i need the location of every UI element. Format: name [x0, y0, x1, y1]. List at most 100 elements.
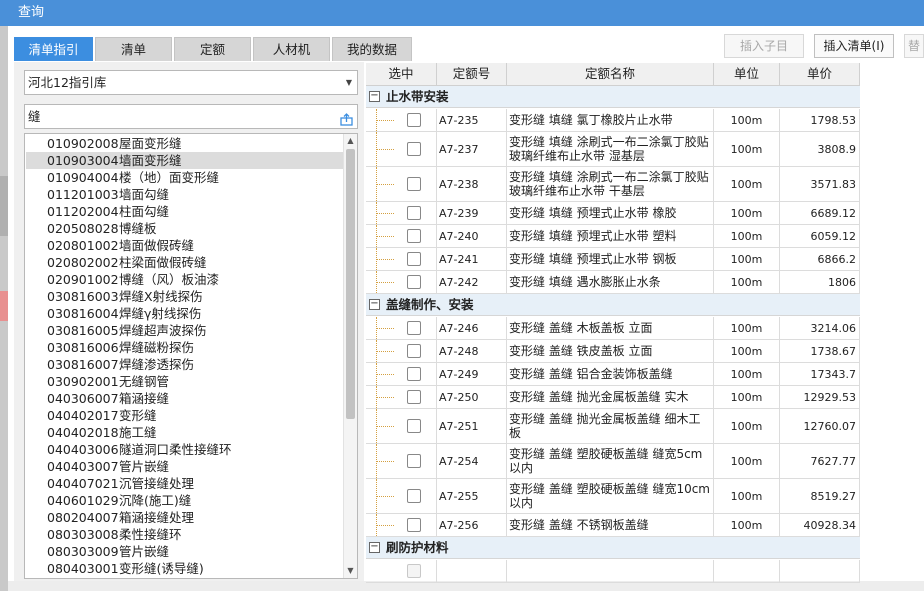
row-checkbox[interactable] [407, 419, 421, 433]
library-select[interactable]: 河北12指引库 ▼ [24, 70, 358, 95]
list-item-code: 020508028 [47, 221, 119, 236]
list-item[interactable]: 010904004楼（地）面变形缝 [26, 169, 344, 186]
table-row[interactable]: A7-235 变形缝 填缝 氯丁橡胶片止水带 100m 1798.53 [366, 109, 860, 132]
table-row[interactable]: A7-254 变形缝 盖缝 塑胶硬板盖缝 缝宽5cm以内 100m 7627.77 [366, 444, 860, 479]
list-item-code: 040306007 [47, 391, 119, 406]
list-item[interactable]: 080303008柔性接缝环 [26, 526, 344, 543]
list-item[interactable]: 040403007管片嵌缝 [26, 458, 344, 475]
list-scrollbar[interactable]: ▲ ▼ [343, 134, 357, 578]
select-cell [366, 132, 437, 166]
table-row[interactable]: A7-248 变形缝 盖缝 铁皮盖板 立面 100m 1738.67 [366, 340, 860, 363]
row-checkbox[interactable] [407, 518, 421, 532]
table-row[interactable]: A7-246 变形缝 盖缝 木板盖板 立面 100m 3214.06 [366, 317, 860, 340]
list-item-name: 变形缝(诱导缝) [119, 561, 204, 576]
list-item[interactable]: 040601029沉降(施工)缝 [26, 492, 344, 509]
left-pane: 河北12指引库 ▼ 缝 010902008屋面变形缝 010903004墙面变形缝… [14, 62, 364, 581]
row-checkbox[interactable] [407, 275, 421, 289]
table-row[interactable]: A7-238 变形缝 填缝 涂刷式一布二涂氯丁胶贴玻璃纤维布止水带 干基层 100m… [366, 167, 860, 202]
list-item[interactable]: 030816006焊缝磁粉探伤 [26, 339, 344, 356]
table-row[interactable]: A7-249 变形缝 盖缝 铝合金装饰板盖缝 100m 17343.7 [366, 363, 860, 386]
list-item-name: 箱涵接缝 [119, 391, 170, 406]
group-row[interactable]: − 刷防护材料 [366, 537, 860, 559]
row-checkbox[interactable] [407, 142, 421, 156]
table-row[interactable]: A7-251 变形缝 盖缝 抛光金属板盖缝 细木工板 100m 12760.07 [366, 409, 860, 444]
quota-name [507, 560, 714, 582]
scroll-up-icon[interactable]: ▲ [344, 134, 357, 148]
search-input-value: 缝 [28, 109, 41, 124]
search-input[interactable]: 缝 [24, 104, 358, 129]
list-item-code: 020801002 [47, 238, 119, 253]
list-item[interactable]: 020801002墙面做假砖缝 [26, 237, 344, 254]
list-item[interactable]: 010903004墙面变形缝 [26, 152, 344, 169]
list-item[interactable]: 080403001变形缝(诱导缝) [26, 560, 344, 577]
table-row[interactable]: A7-239 变形缝 填缝 预埋式止水带 橡胶 100m 6689.12 [366, 202, 860, 225]
row-checkbox[interactable] [407, 206, 421, 220]
table-row[interactable]: A7-241 变形缝 填缝 预埋式止水带 钢板 100m 6866.2 [366, 248, 860, 271]
list-item[interactable]: 040402017变形缝 [26, 407, 344, 424]
collapse-icon[interactable]: − [369, 91, 380, 102]
tree-line [376, 351, 394, 352]
select-cell [366, 248, 437, 270]
search-icon[interactable] [340, 110, 353, 126]
row-checkbox[interactable] [407, 367, 421, 381]
quota-code: A7-250 [437, 386, 507, 408]
scroll-down-icon[interactable]: ▼ [344, 564, 357, 578]
list-item[interactable]: 080204007箱涵接缝处理 [26, 509, 344, 526]
chevron-down-icon[interactable]: ▼ [346, 71, 352, 94]
collapse-icon[interactable]: − [369, 542, 380, 553]
replace-button[interactable]: 替 [904, 34, 924, 58]
list-item[interactable]: 020802002柱梁面做假砖缝 [26, 254, 344, 271]
list-item[interactable]: 080303009管片嵌缝 [26, 543, 344, 560]
row-checkbox[interactable] [407, 564, 421, 578]
row-checkbox[interactable] [407, 252, 421, 266]
list-item[interactable]: 030816007焊缝渗透探伤 [26, 356, 344, 373]
collapse-icon[interactable]: − [369, 299, 380, 310]
list-item[interactable]: 010902008屋面变形缝 [26, 135, 344, 152]
row-checkbox[interactable] [407, 321, 421, 335]
table-row[interactable]: A7-240 变形缝 填缝 预埋式止水带 塑料 100m 6059.12 [366, 225, 860, 248]
list-item[interactable]: 040402018施工缝 [26, 424, 344, 441]
table-row[interactable]: A7-242 变形缝 填缝 遇水膨胀止水条 100m 1806 [366, 271, 860, 294]
insert-list-button[interactable]: 插入清单(I) [814, 34, 894, 58]
tab-my-data[interactable]: 我的数据 [332, 37, 412, 61]
row-checkbox[interactable] [407, 344, 421, 358]
insert-child-button[interactable]: 插入子目 [724, 34, 804, 58]
list-item[interactable]: 020901002博缝（风）板油漆 [26, 271, 344, 288]
quota-name: 变形缝 填缝 涂刷式一布二涂氯丁胶贴玻璃纤维布止水带 干基层 [507, 167, 714, 201]
table-row[interactable]: A7-250 变形缝 盖缝 抛光金属板盖缝 实木 100m 12929.53 [366, 386, 860, 409]
table-row[interactable] [366, 560, 860, 583]
list-item[interactable]: 011202004柱面勾缝 [26, 203, 344, 220]
list-item[interactable]: 030816004焊缝γ射线探伤 [26, 305, 344, 322]
quota-unit: 100m [714, 386, 780, 408]
select-cell [366, 386, 437, 408]
table-row[interactable]: A7-255 变形缝 盖缝 塑胶硬板盖缝 缝宽10cm以内 100m 8519.27 [366, 479, 860, 514]
list-item[interactable]: 040403006隧道洞口柔性接缝环 [26, 441, 344, 458]
row-checkbox[interactable] [407, 177, 421, 191]
tab-quota[interactable]: 定额 [174, 37, 251, 61]
list-item-name: 焊缝磁粉探伤 [119, 340, 195, 355]
table-row[interactable]: A7-237 变形缝 填缝 涂刷式一布二涂氯丁胶贴玻璃纤维布止水带 湿基层 100m… [366, 132, 860, 167]
list-item[interactable]: 030816003焊缝X射线探伤 [26, 288, 344, 305]
quota-unit: 100m [714, 514, 780, 536]
table-row[interactable]: A7-256 变形缝 盖缝 不锈钢板盖缝 100m 40928.34 [366, 514, 860, 537]
row-checkbox[interactable] [407, 390, 421, 404]
row-checkbox[interactable] [407, 489, 421, 503]
list-item[interactable]: 030816005焊缝超声波探伤 [26, 322, 344, 339]
row-checkbox[interactable] [407, 113, 421, 127]
row-checkbox[interactable] [407, 229, 421, 243]
list-item[interactable]: 020508028博缝板 [26, 220, 344, 237]
tab-labor-material[interactable]: 人材机 [253, 37, 330, 61]
list-item[interactable]: 030902001无缝钢管 [26, 373, 344, 390]
list-item[interactable]: 040407021沉管接缝处理 [26, 475, 344, 492]
row-checkbox[interactable] [407, 454, 421, 468]
tab-list[interactable]: 清单 [95, 37, 172, 61]
list-box[interactable]: 010902008屋面变形缝 010903004墙面变形缝 010904004楼（地… [24, 133, 358, 579]
quota-name: 变形缝 填缝 涂刷式一布二涂氯丁胶贴玻璃纤维布止水带 湿基层 [507, 132, 714, 166]
scrollbar-thumb[interactable] [346, 149, 355, 419]
group-row[interactable]: − 止水带安装 [366, 86, 860, 108]
tab-list-guide[interactable]: 清单指引 [14, 37, 93, 61]
list-item[interactable]: 011201003墙面勾缝 [26, 186, 344, 203]
group-row[interactable]: − 盖缝制作、安装 [366, 294, 860, 316]
list-item[interactable]: 040306007箱涵接缝 [26, 390, 344, 407]
list-item-name: 施工缝 [119, 425, 157, 440]
